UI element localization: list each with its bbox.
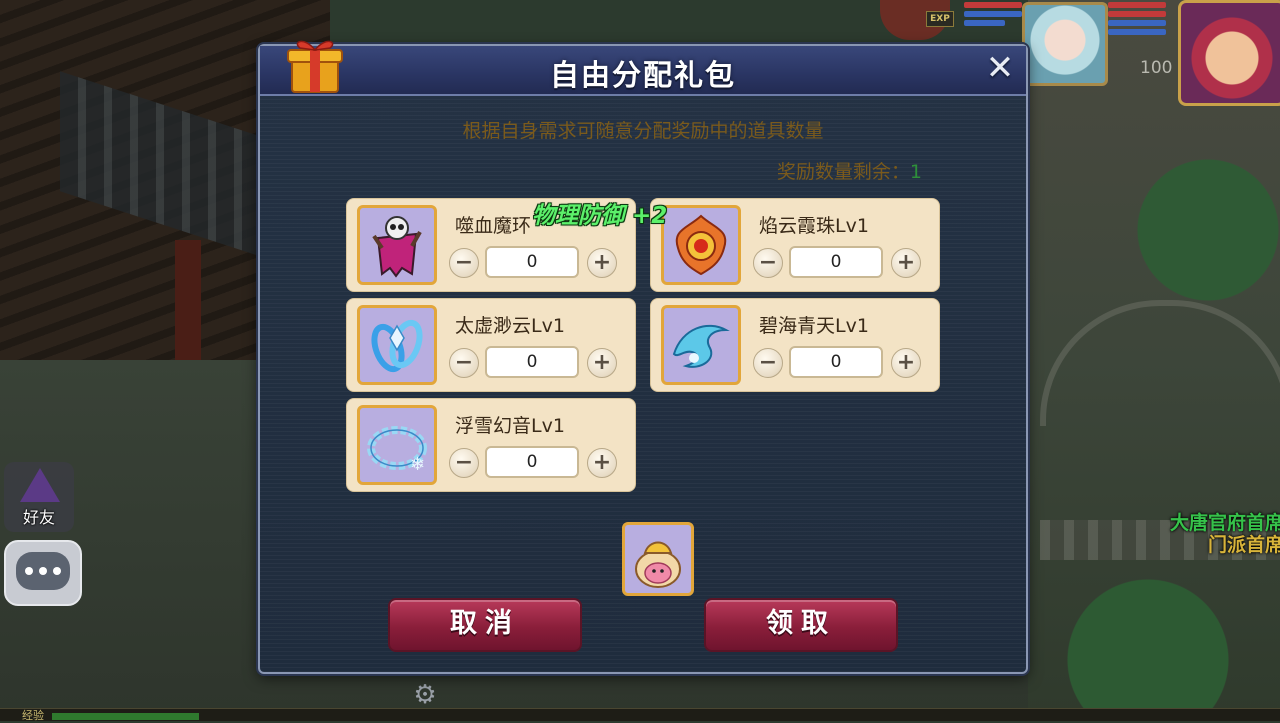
friend-button[interactable]: 好友 xyxy=(4,462,74,532)
player-sp-bar xyxy=(1108,29,1166,35)
claim-button[interactable]: 领取 xyxy=(704,598,898,652)
dialog-title: 自由分配礼包 xyxy=(549,58,736,92)
decrease-button[interactable]: − xyxy=(753,248,783,278)
close-button[interactable]: ✕ xyxy=(980,48,1020,88)
quantity-field[interactable]: 0 xyxy=(789,346,883,378)
chat-button[interactable] xyxy=(4,540,82,606)
gift-box-icon xyxy=(287,40,343,93)
player-hp-bar-2 xyxy=(1108,11,1166,17)
player-hp-bar xyxy=(1108,2,1166,8)
remaining-label: 奖励数量剩余： xyxy=(776,161,910,183)
increase-button[interactable]: + xyxy=(587,448,617,478)
pet-exp-bar xyxy=(964,20,1005,26)
npc-title-label: 门派首席 xyxy=(1207,534,1280,556)
item-name: 太虚渺云Lv1 xyxy=(455,315,565,337)
friend-label: 好友 xyxy=(22,508,55,527)
item-name: 噬血魔环 xyxy=(455,215,532,237)
cancel-button[interactable]: 取消 xyxy=(388,598,582,652)
increase-button[interactable]: + xyxy=(891,248,921,278)
dialog-header: 自由分配礼包 ✕ xyxy=(260,46,1026,96)
pet-hp-bar xyxy=(964,2,1022,8)
exp-label: 经验 xyxy=(22,709,44,722)
increase-button[interactable]: + xyxy=(891,348,921,378)
item-card: ❄ 浮雪幻音Lv1 − 0 + xyxy=(346,398,636,492)
decrease-button[interactable]: − xyxy=(449,348,479,378)
chat-bubble-icon xyxy=(16,552,70,590)
dialog-subtitle: 根据自身需求可随意分配奖励中的道具数量 xyxy=(462,120,824,142)
item-name: 碧海青天Lv1 xyxy=(759,315,869,337)
skull-ghost-icon[interactable] xyxy=(357,205,437,285)
quantity-field[interactable]: 0 xyxy=(485,446,579,478)
item-card: 太虚渺云Lv1 − 0 + xyxy=(346,298,636,392)
exp-fill xyxy=(52,713,199,720)
item-card: 碧海青天Lv1 − 0 + xyxy=(650,298,940,392)
snow-bracelet-icon[interactable]: ❄ xyxy=(357,405,437,485)
increase-button[interactable]: + xyxy=(587,348,617,378)
floating-stat-text: 物理防御 +2 xyxy=(532,203,668,229)
gift-pack-dialog: 自由分配礼包 ✕ 根据自身需求可随意分配奖励中的道具数量 奖励数量剩余：1 噬血… xyxy=(258,40,1028,674)
fire-orb-icon[interactable] xyxy=(661,205,741,285)
quantity-field[interactable]: 0 xyxy=(485,246,579,278)
gift-bag-icon[interactable] xyxy=(622,522,694,596)
ice-ring-icon[interactable] xyxy=(357,305,437,385)
quantity-field[interactable]: 0 xyxy=(485,346,579,378)
pet-level: 100 xyxy=(1140,58,1173,78)
player-status-bars xyxy=(1108,2,1166,38)
water-wave-icon[interactable] xyxy=(661,305,741,385)
remaining-count: 奖励数量剩余：1 xyxy=(777,157,922,184)
item-card: 焰云霞珠Lv1 − 0 + xyxy=(650,198,940,292)
wizard-hat-icon xyxy=(20,468,60,502)
decrease-button[interactable]: − xyxy=(449,448,479,478)
decrease-button[interactable]: − xyxy=(449,248,479,278)
pet-mp-bar xyxy=(964,11,1022,17)
player-mp-bar xyxy=(1108,20,1166,26)
player-avatar[interactable] xyxy=(1178,0,1280,106)
item-name: 浮雪幻音Lv1 xyxy=(455,415,565,437)
quantity-field[interactable]: 0 xyxy=(789,246,883,278)
increase-button[interactable]: + xyxy=(587,248,617,278)
exp-bar: 经验 xyxy=(0,708,1280,722)
pet-avatar[interactable] xyxy=(1022,2,1108,86)
item-name: 焰云霞珠Lv1 xyxy=(759,215,869,237)
decrease-button[interactable]: − xyxy=(753,348,783,378)
red-pillar xyxy=(175,240,201,380)
gear-icon[interactable]: ⚙ xyxy=(410,680,440,710)
pet-status-bars xyxy=(964,2,1022,29)
exp-tag: EXP xyxy=(926,11,954,27)
svg-text:❄: ❄ xyxy=(410,454,425,475)
remaining-value: 1 xyxy=(909,161,922,183)
